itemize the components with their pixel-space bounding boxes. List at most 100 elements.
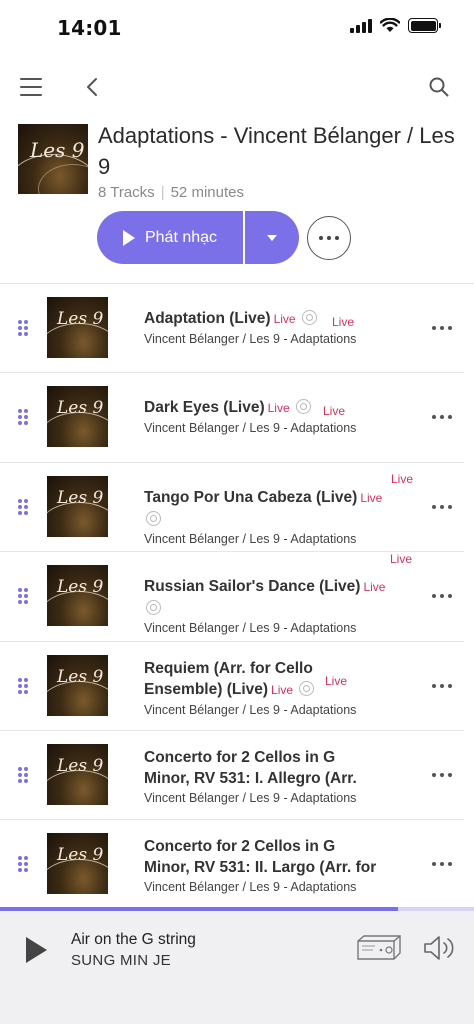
track-title: Dark Eyes (Live) Live — [144, 397, 394, 419]
audio-device-icon[interactable] — [355, 933, 403, 963]
drag-handle-icon[interactable] — [18, 409, 28, 426]
play-all-label: Phát nhạc — [144, 228, 218, 246]
track-more-options-icon[interactable] — [432, 415, 452, 420]
track-thumbnail: Les 9 — [47, 565, 108, 627]
track-subtitle: Vincent Bélanger / Les 9 - Adaptations — [144, 702, 357, 717]
status-bar: 14:01 — [0, 0, 474, 56]
track-info: Tango Por Una Cabeza (Live) Live Vincent … — [144, 487, 394, 548]
track-info: Russian Sailor's Dance (Live) Live Vincen… — [144, 576, 394, 637]
hamburger-menu-icon[interactable] — [20, 78, 42, 96]
search-icon[interactable] — [428, 76, 450, 98]
play-icon[interactable] — [26, 937, 47, 963]
live-label: Live — [325, 673, 348, 688]
track-row[interactable]: Les 9 Requiem (Arr. for Cello Ensemble) … — [0, 642, 464, 731]
top-nav — [0, 68, 474, 108]
track-row[interactable]: Les 9 Russian Sailor's Dance (Live) Live … — [0, 552, 464, 642]
track-title-text: Tango Por Una Cabeza (Live) — [144, 488, 358, 506]
album-more-options-button[interactable] — [307, 216, 351, 260]
live-label: Live — [323, 404, 346, 419]
track-row[interactable]: Les 9 Adaptation (Live) Live Vincent Béla… — [0, 284, 464, 374]
track-title: Requiem (Arr. for Cello Ensemble) (Live)… — [144, 658, 394, 701]
battery-icon — [408, 18, 441, 33]
track-subtitle: Vincent Bélanger / Les 9 - Adaptations — [144, 621, 357, 636]
play-all-button[interactable]: Phát nhạc — [97, 211, 243, 264]
track-thumbnail: Les 9 — [47, 654, 108, 716]
track-info: Dark Eyes (Live) Live Vincent Bélanger / … — [144, 397, 394, 437]
track-more-options-icon[interactable] — [432, 772, 452, 777]
track-title: Adaptation (Live) Live — [144, 308, 394, 330]
track-title-text: Adaptation (Live) — [144, 310, 271, 327]
track-row[interactable]: Les 9 Tango Por Una Cabeza (Live) Live Vi… — [0, 463, 464, 553]
track-row[interactable]: Les 9 Concerto for 2 Cellos in G Minor, … — [0, 820, 464, 910]
more-dot — [335, 236, 339, 240]
track-info: Concerto for 2 Cellos in G Minor, RV 531… — [144, 747, 384, 807]
hi-res-icon — [146, 510, 161, 526]
live-badge: Live — [271, 682, 294, 697]
track-more-options-icon[interactable] — [432, 683, 452, 688]
play-icon — [122, 229, 135, 246]
track-thumbnail: Les 9 — [47, 386, 108, 448]
track-subtitle: Vincent Bélanger / Les 9 - Adaptations — [144, 332, 357, 346]
now-playing-title: Air on the G string — [71, 931, 196, 948]
track-info: Requiem (Arr. for Cello Ensemble) (Live)… — [144, 658, 394, 719]
track-thumbnail: Les 9 — [47, 475, 108, 537]
track-title: Concerto for 2 Cellos in G Minor, RV 531… — [144, 838, 377, 877]
drag-handle-icon[interactable] — [18, 856, 28, 873]
tracks-count: 8 Tracks — [98, 184, 155, 201]
status-icons — [350, 18, 441, 33]
hi-res-icon — [299, 680, 315, 696]
now-playing-artist: SUNG MIN JE — [71, 952, 171, 969]
meta-separator: | — [160, 184, 165, 201]
hi-res-icon — [146, 600, 161, 616]
chevron-down-icon — [267, 234, 277, 241]
hi-res-icon — [301, 310, 317, 325]
drag-handle-icon[interactable] — [18, 677, 28, 694]
live-badge: Live — [363, 580, 386, 595]
track-title-text: Dark Eyes (Live) — [144, 399, 265, 417]
track-list: Les 9 Adaptation (Live) Live Vincent Béla… — [0, 284, 474, 910]
drag-handle-icon[interactable] — [18, 588, 28, 605]
track-title: Concerto for 2 Cellos in G Minor, RV 531… — [144, 748, 357, 787]
play-button-group: Phát nhạc — [97, 211, 299, 264]
play-options-dropdown[interactable] — [245, 211, 299, 264]
drag-handle-icon[interactable] — [18, 766, 28, 783]
track-more-options-icon[interactable] — [432, 862, 452, 867]
album-title: Adaptations - Vincent Bélanger / Les 9 — [98, 123, 455, 179]
volume-icon[interactable] — [422, 933, 458, 963]
track-subtitle: Vincent Bélanger / Les 9 - Adaptations — [144, 421, 357, 436]
live-label: Live — [390, 552, 413, 567]
chevron-left-icon[interactable] — [82, 76, 104, 98]
track-title: Russian Sailor's Dance (Live) Live — [144, 576, 394, 619]
track-info: Adaptation (Live) Live Vincent Bélanger /… — [144, 308, 394, 348]
track-thumbnail: Les 9 — [47, 297, 108, 358]
album-meta: 8 Tracks | 52 minutes — [98, 184, 244, 201]
status-time: 14:01 — [57, 16, 122, 40]
drag-handle-icon[interactable] — [18, 320, 28, 336]
track-more-options-icon[interactable] — [432, 594, 452, 599]
hi-res-icon — [295, 399, 311, 415]
live-badge: Live — [360, 490, 383, 505]
drag-handle-icon[interactable] — [18, 498, 28, 515]
track-more-options-icon[interactable] — [432, 326, 452, 330]
live-label: Live — [332, 315, 355, 329]
mini-player[interactable]: Air on the G string SUNG MIN JE — [0, 911, 474, 1024]
track-title-text: Russian Sailor's Dance (Live) — [144, 578, 361, 596]
track-subtitle: Vincent Bélanger / Les 9 - Adaptations — [144, 531, 357, 546]
live-badge: Live — [267, 401, 290, 416]
more-dot — [327, 236, 331, 240]
track-subtitle: Vincent Bélanger / Les 9 - Adaptations — [144, 790, 357, 805]
live-label: Live — [391, 471, 414, 486]
album-art-lettering: Les 9 — [30, 138, 85, 162]
track-row[interactable]: Les 9 Dark Eyes (Live) Live Vincent Bélan… — [0, 373, 464, 463]
track-title: Tango Por Una Cabeza (Live) Live — [144, 487, 394, 530]
track-more-options-icon[interactable] — [432, 504, 452, 509]
track-thumbnail: Les 9 — [47, 833, 108, 895]
track-row[interactable]: Les 9 Concerto for 2 Cellos in G Minor, … — [0, 731, 464, 821]
more-dot — [319, 236, 323, 240]
album-cover: Les 9 — [18, 124, 88, 194]
track-thumbnail: Les 9 — [47, 743, 108, 805]
cellular-signal-icon — [350, 18, 372, 33]
live-badge: Live — [273, 312, 296, 326]
track-subtitle: Vincent Bélanger / Les 9 - Adaptations — [144, 880, 357, 895]
wifi-icon — [380, 18, 400, 32]
